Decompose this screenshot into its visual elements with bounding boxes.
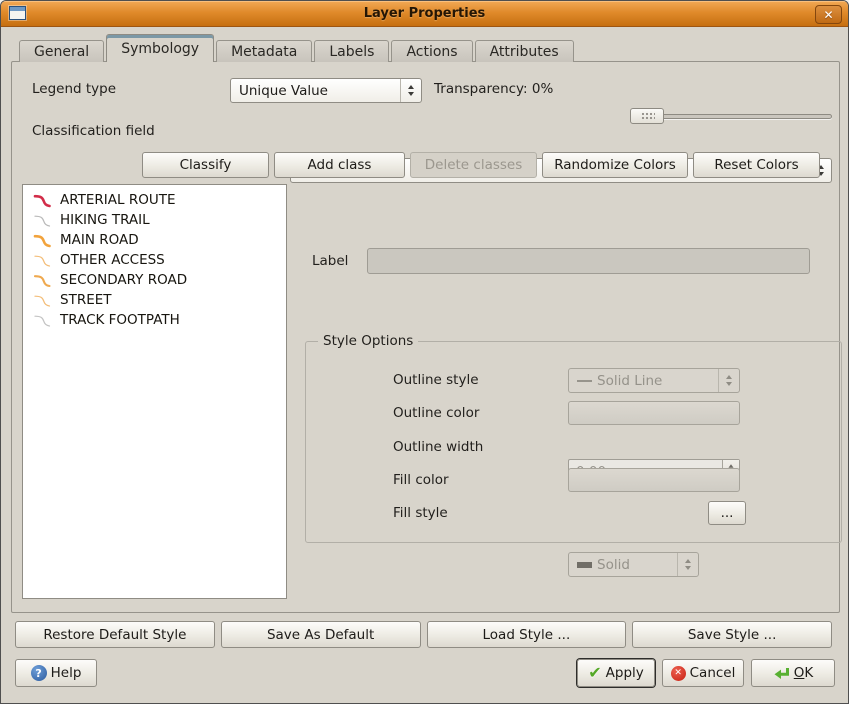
class-list-item[interactable]: TRACK FOOTPATH [23, 310, 286, 330]
fill-style-label: Fill style [393, 505, 448, 521]
transparency-label: Transparency: 0% [434, 81, 553, 97]
style-options-group: Style Options Outline style Solid Line O… [305, 341, 842, 543]
combo-arrows-icon [400, 79, 421, 102]
style-options-title: Style Options [318, 333, 418, 349]
save-as-default-button[interactable]: Save As Default [221, 621, 421, 648]
restore-default-style-button[interactable]: Restore Default Style [15, 621, 215, 648]
class-list: ARTERIAL ROUTE HIKING TRAIL MAIN ROAD OT… [22, 184, 287, 599]
label-input [367, 248, 810, 274]
classify-button[interactable]: Classify [142, 152, 269, 178]
window-title: Layer Properties [1, 6, 848, 21]
tab-attributes[interactable]: Attributes [475, 40, 574, 62]
outline-style-select: Solid Line [568, 368, 740, 393]
cancel-button[interactable]: ✕ Cancel [662, 659, 744, 687]
slider-handle[interactable] [630, 108, 664, 124]
class-symbol-icon [33, 293, 52, 308]
class-list-item[interactable]: STREET [23, 290, 286, 310]
tab-general[interactable]: General [19, 40, 104, 62]
reset-colors-button[interactable]: Reset Colors [693, 152, 820, 178]
outline-style-label: Outline style [393, 372, 479, 388]
more-options-button[interactable]: ... [708, 501, 746, 525]
close-icon: ✕ [823, 8, 833, 22]
class-list-item[interactable]: ARTERIAL ROUTE [23, 190, 286, 210]
grip-icon [640, 111, 655, 121]
ok-return-arrow-icon [773, 666, 790, 681]
class-list-item[interactable]: OTHER ACCESS [23, 250, 286, 270]
window-menu-icon[interactable] [9, 6, 26, 20]
class-symbol-icon [33, 213, 52, 228]
fill-color-label: Fill color [393, 472, 449, 488]
tab-bar: General Symbology Metadata Labels Action… [19, 34, 576, 62]
legend-type-select[interactable]: Unique Value [230, 78, 422, 103]
class-symbol-icon [33, 253, 52, 268]
class-list-item[interactable]: SECONDARY ROAD [23, 270, 286, 290]
tab-labels[interactable]: Labels [314, 40, 389, 62]
outline-color-label: Outline color [393, 405, 479, 421]
cancel-x-icon: ✕ [671, 666, 686, 681]
combo-arrows-icon [677, 553, 698, 576]
add-class-button[interactable]: Add class [274, 152, 405, 178]
fill-preview-icon [577, 562, 592, 568]
combo-arrows-icon [718, 369, 739, 392]
fill-color-button [568, 468, 740, 492]
load-style-button[interactable]: Load Style ... [427, 621, 627, 648]
class-symbol-icon [33, 313, 52, 328]
apply-check-icon: ✔ [588, 665, 601, 681]
line-preview-icon [577, 380, 592, 382]
class-list-item[interactable]: MAIN ROAD [23, 230, 286, 250]
tab-symbology[interactable]: Symbology [106, 34, 214, 62]
layer-properties-dialog: Layer Properties ✕ General Symbology Met… [0, 0, 849, 704]
apply-button[interactable]: ✔ Apply [577, 659, 655, 687]
delete-classes-button: Delete classes [410, 152, 537, 178]
footer-left: ? Help [15, 658, 97, 688]
randomize-colors-button[interactable]: Randomize Colors [542, 152, 688, 178]
legend-type-label: Legend type [32, 81, 116, 97]
style-file-buttons: Restore Default Style Save As Default Lo… [15, 621, 832, 648]
help-icon: ? [31, 665, 47, 681]
tab-actions[interactable]: Actions [391, 40, 472, 62]
class-list-item[interactable]: HIKING TRAIL [23, 210, 286, 230]
class-symbol-icon [33, 193, 52, 208]
outline-width-label: Outline width [393, 439, 483, 455]
fill-style-select: Solid [568, 552, 699, 577]
outline-color-button [568, 401, 740, 425]
titlebar: Layer Properties ✕ [1, 1, 848, 27]
close-button[interactable]: ✕ [815, 5, 842, 24]
footer-right: ✔ Apply ✕ Cancel OK [577, 658, 835, 688]
label-field-label: Label [312, 253, 348, 269]
ok-button[interactable]: OK [751, 659, 835, 687]
tab-metadata[interactable]: Metadata [216, 40, 312, 62]
help-button[interactable]: ? Help [15, 659, 97, 687]
save-style-button[interactable]: Save Style ... [632, 621, 832, 648]
classification-field-label: Classification field [32, 123, 155, 139]
class-symbol-icon [33, 273, 52, 288]
class-symbol-icon [33, 233, 52, 248]
transparency-slider[interactable] [630, 108, 832, 124]
symbology-panel: Legend type Unique Value Transparency: 0… [11, 61, 840, 613]
